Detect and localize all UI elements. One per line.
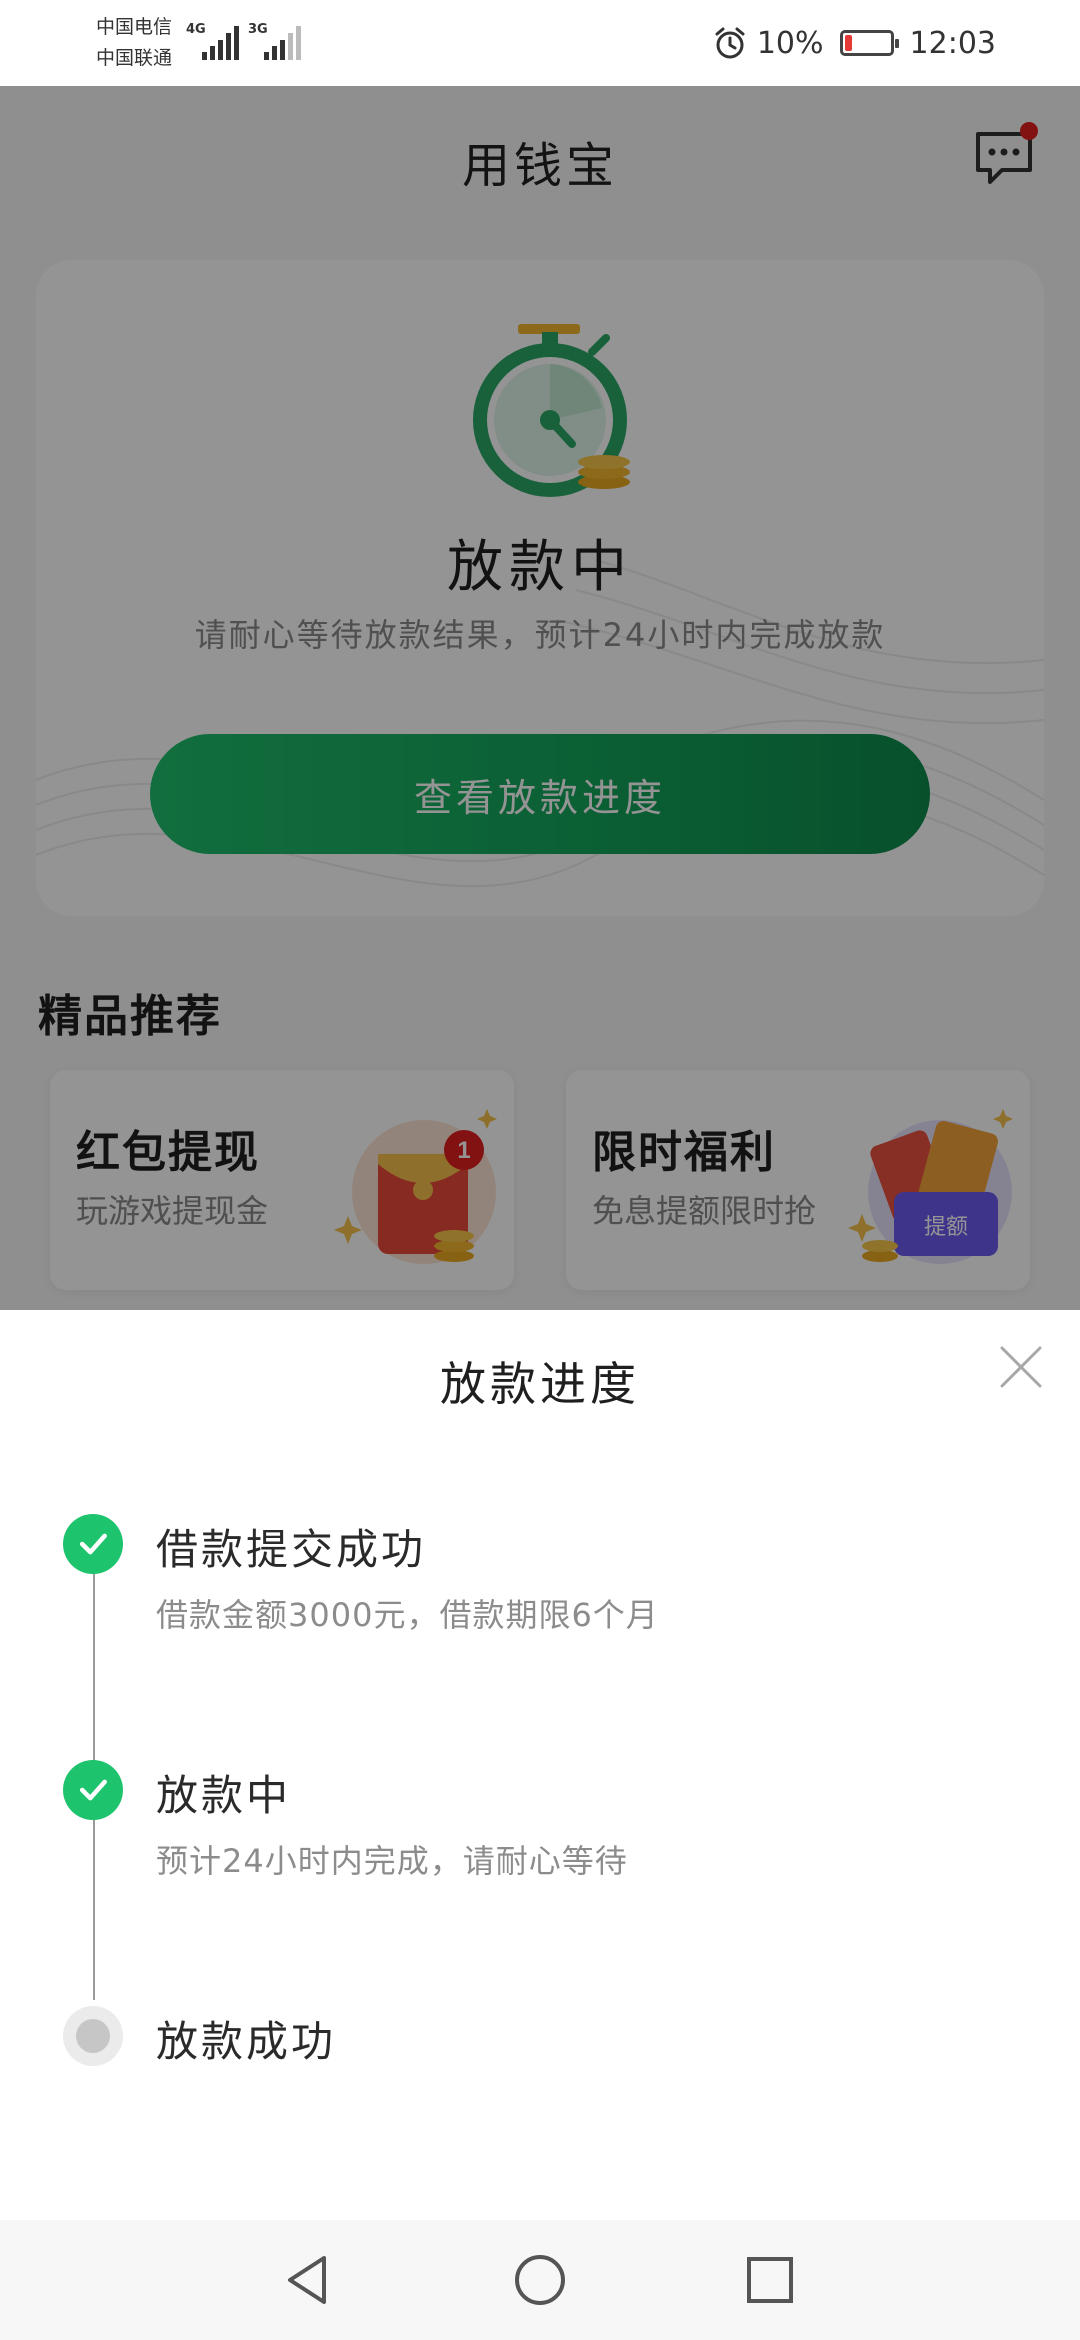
sheet-title: 放款进度 <box>440 1357 640 1411</box>
step-1-title: 借款提交成功 <box>156 1525 427 1574</box>
signal-bars-icon <box>202 24 242 60</box>
back-triangle-icon[interactable] <box>278 2250 338 2310</box>
home-circle-icon[interactable] <box>510 2250 570 2310</box>
step-3-pending-dot <box>63 2006 123 2066</box>
step-2-desc: 预计24小时内完成，请耐心等待 <box>156 1842 628 1880</box>
alarm-icon <box>715 27 745 59</box>
recent-square-icon[interactable] <box>740 2250 800 2310</box>
carrier-2: 中国联通 <box>96 47 173 69</box>
status-right: 10% 12:03 <box>713 18 996 68</box>
signal-bars-icon <box>264 24 304 60</box>
battery-percent: 10% <box>756 25 824 61</box>
progress-sheet: 放款进度 借款提交成功 借款金额3000元，借款期限6个月 放款中 预计24小时… <box>0 1310 1080 2220</box>
modal-backdrop[interactable] <box>0 86 1080 1310</box>
step-3-title: 放款成功 <box>156 2017 337 2066</box>
carrier-1: 中国电信 <box>96 16 173 38</box>
clock: 12:03 <box>909 25 996 61</box>
step-1-desc: 借款金额3000元，借款期限6个月 <box>156 1596 659 1634</box>
check-icon <box>79 1533 107 1555</box>
close-icon[interactable] <box>996 1342 1046 1392</box>
status-bar: 中国电信 中国联通 4G 3G 10% 12:03 <box>0 0 1080 86</box>
system-nav-bar <box>0 2220 1080 2340</box>
carrier-labels: 中国电信 中国联通 <box>96 12 172 74</box>
step-1-check <box>63 1514 123 1574</box>
step-2-check <box>63 1760 123 1820</box>
battery-icon <box>839 30 899 56</box>
step-2-title: 放款中 <box>156 1771 292 1820</box>
screen: 中国电信 中国联通 4G 3G 10% 12:03 用钱宝 放款中 请耐心等待放… <box>0 0 1080 2340</box>
check-icon <box>79 1779 107 1801</box>
